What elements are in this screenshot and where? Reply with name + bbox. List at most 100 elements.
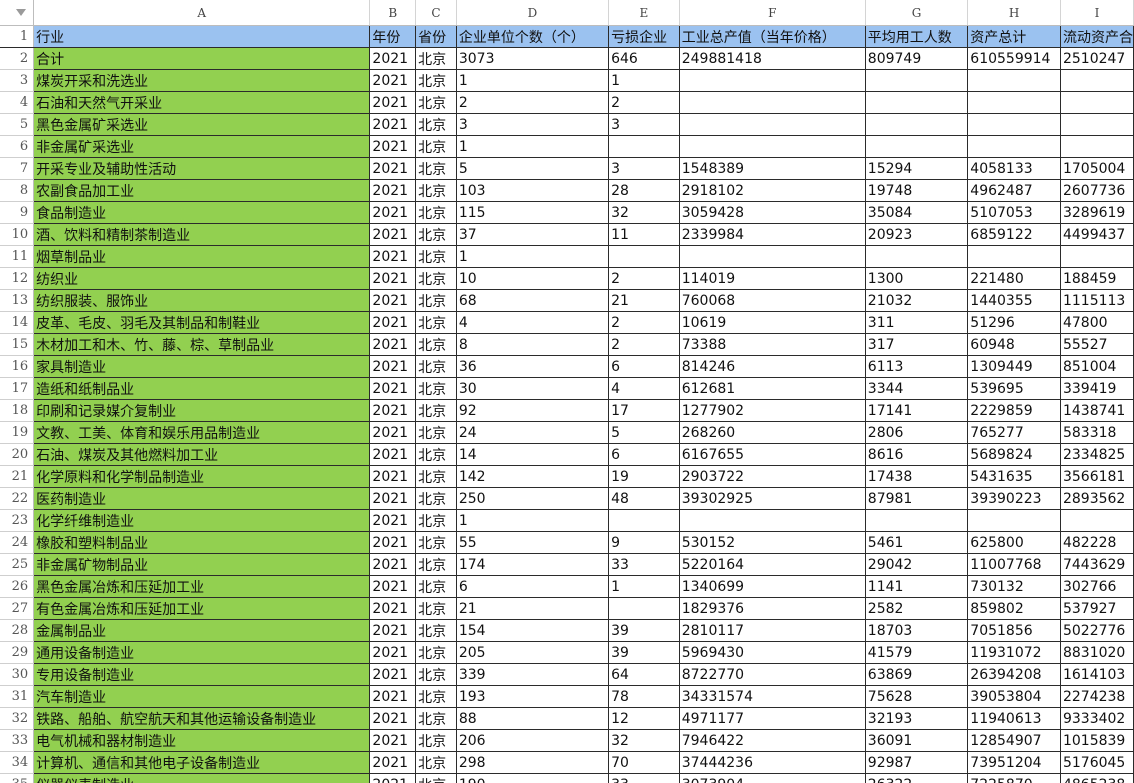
row-number[interactable]: 29 [0,641,35,664]
grid-cell[interactable]: 北京 [415,113,457,136]
industry-cell[interactable]: 黑色金属矿采选业 [33,113,371,136]
column-header-i[interactable]: I [1060,0,1134,26]
column-header-d[interactable]: D [456,0,610,26]
grid-cell[interactable]: 5220164 [679,553,866,576]
row-number[interactable]: 35 [0,773,35,783]
grid-cell[interactable]: 859802 [967,597,1061,620]
row-number[interactable]: 21 [0,465,35,488]
grid-cell[interactable]: 612681 [679,377,866,400]
grid-cell[interactable]: 2339984 [679,223,866,246]
grid-cell[interactable]: 339 [456,663,610,686]
grid-cell[interactable]: 6859122 [967,223,1061,246]
industry-cell[interactable]: 皮革、毛皮、羽毛及其制品和制鞋业 [33,311,371,334]
column-header-f[interactable]: F [679,0,866,26]
grid-cell[interactable]: 2021 [369,47,417,70]
grid-cell[interactable]: 2021 [369,619,417,642]
header-cell[interactable]: 年份 [369,25,417,48]
spreadsheet-grid[interactable]: A B C D E F G H I 1 行业 年份 省份 企业单位个数（个） 亏损企业 工业总产值（当年价格）… [0,0,1134,783]
row-number[interactable]: 6 [0,135,35,158]
grid-cell[interactable]: 北京 [415,553,457,576]
grid-cell[interactable]: 北京 [415,751,457,774]
grid-cell[interactable]: 7946422 [679,729,866,752]
grid-cell[interactable]: 2021 [369,311,417,334]
grid-cell[interactable]: 6113 [865,355,969,378]
grid-cell[interactable]: 北京 [415,663,457,686]
row-number[interactable]: 8 [0,179,35,202]
grid-cell[interactable]: 21 [608,289,680,312]
grid-cell[interactable]: 1 [456,245,610,268]
grid-cell[interactable] [967,135,1061,158]
grid-cell[interactable]: 2021 [369,201,417,224]
grid-cell[interactable]: 21 [456,597,610,620]
grid-cell[interactable]: 2021 [369,113,417,136]
industry-cell[interactable]: 金属制品业 [33,619,371,642]
grid-cell[interactable]: 482228 [1060,531,1134,554]
grid-cell[interactable]: 5022776 [1060,619,1134,642]
row-number[interactable]: 11 [0,245,35,268]
row-number[interactable]: 2 [0,47,35,70]
grid-cell[interactable]: 610559914 [967,47,1061,70]
grid-cell[interactable]: 1115113 [1060,289,1134,312]
industry-cell[interactable]: 医药制造业 [33,487,371,510]
column-header-e[interactable]: E [608,0,680,26]
industry-cell[interactable]: 仪器仪表制造业 [33,773,371,783]
grid-cell[interactable]: 26394208 [967,663,1061,686]
grid-cell[interactable]: 39053804 [967,685,1061,708]
grid-cell[interactable]: 北京 [415,531,457,554]
grid-cell[interactable]: 1 [456,509,610,532]
grid-cell[interactable]: 17438 [865,465,969,488]
grid-cell[interactable]: 北京 [415,685,457,708]
industry-cell[interactable]: 非金属矿物制品业 [33,553,371,576]
grid-cell[interactable]: 317 [865,333,969,356]
row-number[interactable]: 15 [0,333,35,356]
grid-cell[interactable]: 2021 [369,685,417,708]
industry-cell[interactable]: 合计 [33,47,371,70]
grid-cell[interactable]: 1015839 [1060,729,1134,752]
grid-cell[interactable]: 298 [456,751,610,774]
grid-cell[interactable]: 34331574 [679,685,866,708]
row-number[interactable]: 4 [0,91,35,114]
grid-cell[interactable]: 302766 [1060,575,1134,598]
grid-cell[interactable]: 北京 [415,289,457,312]
grid-cell[interactable]: 36 [456,355,610,378]
grid-cell[interactable]: 2806 [865,421,969,444]
industry-cell[interactable]: 烟草制品业 [33,245,371,268]
grid-cell[interactable]: 26322 [865,773,969,783]
grid-cell[interactable]: 6167655 [679,443,866,466]
grid-cell[interactable]: 47800 [1060,311,1134,334]
header-cell[interactable]: 资产总计 [967,25,1061,48]
grid-cell[interactable]: 2021 [369,575,417,598]
grid-cell[interactable] [967,509,1061,532]
industry-cell[interactable]: 家具制造业 [33,355,371,378]
grid-cell[interactable]: 1 [456,69,610,92]
grid-cell[interactable]: 730132 [967,575,1061,598]
grid-cell[interactable]: 154 [456,619,610,642]
row-number[interactable]: 28 [0,619,35,642]
grid-cell[interactable]: 19748 [865,179,969,202]
grid-cell[interactable] [679,245,866,268]
grid-cell[interactable]: 北京 [415,619,457,642]
grid-cell[interactable]: 2 [608,333,680,356]
grid-cell[interactable]: 3566181 [1060,465,1134,488]
industry-cell[interactable]: 汽车制造业 [33,685,371,708]
grid-cell[interactable]: 4 [608,377,680,400]
header-cell[interactable]: 平均用工人数 [865,25,969,48]
grid-cell[interactable]: 2274238 [1060,685,1134,708]
grid-cell[interactable]: 537927 [1060,597,1134,620]
grid-cell[interactable]: 北京 [415,509,457,532]
grid-cell[interactable]: 8722770 [679,663,866,686]
grid-cell[interactable]: 4962487 [967,179,1061,202]
grid-cell[interactable]: 4058133 [967,157,1061,180]
grid-cell[interactable]: 北京 [415,575,457,598]
grid-cell[interactable]: 北京 [415,421,457,444]
grid-cell[interactable] [967,69,1061,92]
grid-cell[interactable]: 北京 [415,47,457,70]
grid-cell[interactable]: 36091 [865,729,969,752]
grid-cell[interactable]: 1 [456,135,610,158]
row-number[interactable]: 3 [0,69,35,92]
grid-cell[interactable]: 68 [456,289,610,312]
grid-cell[interactable]: 33 [608,773,680,783]
grid-cell[interactable]: 32 [608,201,680,224]
grid-cell[interactable]: 33 [608,553,680,576]
grid-cell[interactable]: 北京 [415,399,457,422]
